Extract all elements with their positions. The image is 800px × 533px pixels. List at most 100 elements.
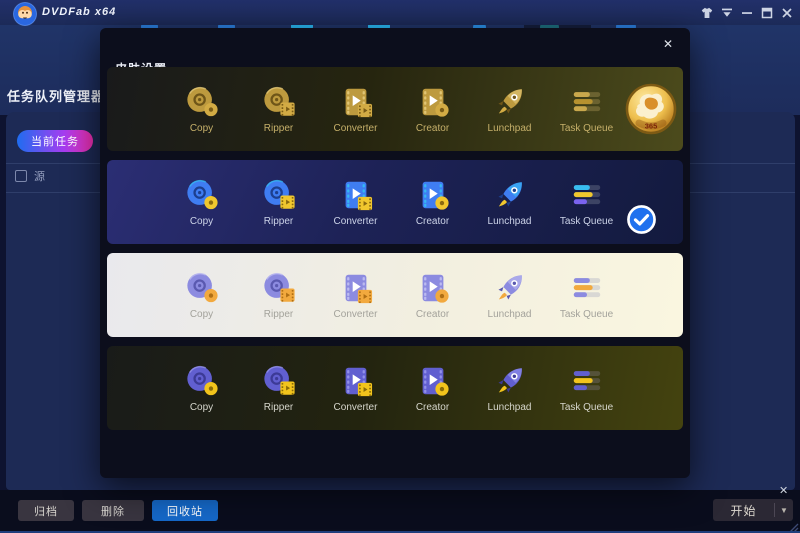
skin-item-label: Copy bbox=[190, 216, 213, 227]
skin-item-label: Creator bbox=[416, 309, 449, 320]
creator-icon bbox=[416, 364, 450, 398]
skin-option-gold-365[interactable]: Copy Ripper Converter Creator Lunchpad Task Q… bbox=[107, 67, 683, 151]
skin-option-dark-olive[interactable]: Copy Ripper Converter Creator Lunchpad Task Q… bbox=[107, 346, 683, 430]
converter-icon bbox=[339, 85, 373, 119]
skin-item-label: Creator bbox=[416, 123, 449, 134]
skin-item-label: Ripper bbox=[264, 309, 293, 320]
skin-badge-slot: 365 bbox=[625, 67, 677, 151]
task-queue-icon bbox=[570, 364, 604, 398]
365-badge-icon: 365 bbox=[625, 83, 677, 135]
recycle-bin-button[interactable]: 回收站 bbox=[152, 500, 218, 521]
skin-item-lunchpad: Lunchpad bbox=[471, 67, 548, 151]
skin-item-label: Converter bbox=[334, 402, 378, 413]
archive-button[interactable]: 归档 bbox=[18, 500, 74, 521]
skin-item-ripper: Ripper bbox=[240, 160, 317, 244]
delete-button[interactable]: 删除 bbox=[82, 500, 144, 521]
ripper-icon bbox=[262, 85, 296, 119]
start-dropdown-caret[interactable]: ▼ bbox=[775, 506, 793, 515]
ripper-icon bbox=[262, 364, 296, 398]
skin-item-label: Converter bbox=[334, 309, 378, 320]
skin-item-label: Ripper bbox=[264, 216, 293, 227]
skin-item-creator: Creator bbox=[394, 160, 471, 244]
skin-item-copy: Copy bbox=[163, 346, 240, 430]
skin-item-label: Ripper bbox=[264, 123, 293, 134]
skin-item-creator: Creator bbox=[394, 67, 471, 151]
skin-item-converter: Converter bbox=[317, 160, 394, 244]
skin-item-copy: Copy bbox=[163, 253, 240, 337]
copy-icon bbox=[185, 271, 219, 305]
start-button[interactable]: 开始 ▼ bbox=[713, 499, 793, 521]
skin-item-task-queue: Task Queue bbox=[548, 160, 625, 244]
lunchpad-icon bbox=[493, 85, 527, 119]
skin-item-label: Lunchpad bbox=[488, 216, 532, 227]
skin-item-label: Task Queue bbox=[560, 402, 613, 413]
skin-item-converter: Converter bbox=[317, 346, 394, 430]
skin-item-label: Copy bbox=[190, 402, 213, 413]
dvdfab-logo-icon bbox=[13, 2, 37, 26]
copy-icon bbox=[185, 364, 219, 398]
ripper-icon bbox=[262, 178, 296, 212]
notification-close-icon[interactable]: ✕ bbox=[779, 484, 788, 497]
lunchpad-icon bbox=[493, 178, 527, 212]
tab-current-tasks[interactable]: 当前任务 bbox=[17, 130, 93, 152]
minimize-icon[interactable] bbox=[741, 7, 753, 19]
skin-item-lunchpad: Lunchpad bbox=[471, 253, 548, 337]
selected-check-icon bbox=[627, 205, 656, 234]
skin-item-converter: Converter bbox=[317, 253, 394, 337]
skin-item-task-queue: Task Queue bbox=[548, 346, 625, 430]
creator-icon bbox=[416, 178, 450, 212]
skin-preview-icons: Copy Ripper Converter Creator Lunchpad Task Q… bbox=[163, 253, 625, 337]
skin-preview-icons: Copy Ripper Converter Creator Lunchpad Task Q… bbox=[163, 67, 625, 151]
skin-badge-slot bbox=[625, 346, 657, 430]
skin-item-copy: Copy bbox=[163, 67, 240, 151]
converter-icon bbox=[339, 178, 373, 212]
skin-item-label: Creator bbox=[416, 402, 449, 413]
table-header-row: 源 bbox=[15, 168, 45, 184]
skin-item-creator: Creator bbox=[394, 346, 471, 430]
skin-item-lunchpad: Lunchpad bbox=[471, 346, 548, 430]
skin-item-ripper: Ripper bbox=[240, 346, 317, 430]
copy-icon bbox=[185, 85, 219, 119]
lunchpad-icon bbox=[493, 271, 527, 305]
skin-item-label: Task Queue bbox=[560, 216, 613, 227]
lunchpad-icon bbox=[493, 364, 527, 398]
dialog-close-icon[interactable]: ✕ bbox=[659, 35, 677, 53]
source-column-header: 源 bbox=[34, 168, 45, 184]
skin-item-lunchpad: Lunchpad bbox=[471, 160, 548, 244]
skin-item-task-queue: Task Queue bbox=[548, 67, 625, 151]
converter-icon bbox=[339, 271, 373, 305]
skin-list: CopyRipperConverterCreatorLunchpadTask Q… bbox=[107, 67, 683, 430]
skin-item-task-queue: Task Queue bbox=[548, 253, 625, 337]
skin-settings-dialog: 皮肤设置 ✕ CopyRipperConverterCreatorLunchpa… bbox=[100, 28, 690, 478]
skin-item-ripper: Ripper bbox=[240, 67, 317, 151]
svg-text:365: 365 bbox=[645, 122, 658, 131]
skin-badge-slot bbox=[625, 253, 657, 337]
select-all-checkbox[interactable] bbox=[15, 170, 27, 182]
skin-item-label: Copy bbox=[190, 309, 213, 320]
skin-item-ripper: Ripper bbox=[240, 253, 317, 337]
skin-item-label: Task Queue bbox=[560, 309, 613, 320]
maximize-icon[interactable] bbox=[761, 7, 773, 19]
skin-icon[interactable] bbox=[701, 7, 713, 19]
creator-icon bbox=[416, 271, 450, 305]
skin-item-label: Converter bbox=[334, 123, 378, 134]
skin-preview-icons: Copy Ripper Converter Creator Lunchpad Task Q… bbox=[163, 346, 625, 430]
skin-item-converter: Converter bbox=[317, 67, 394, 151]
skin-item-creator: Creator bbox=[394, 253, 471, 337]
skin-item-label: Lunchpad bbox=[488, 309, 532, 320]
creator-icon bbox=[416, 85, 450, 119]
task-queue-icon bbox=[570, 271, 604, 305]
skin-option-light[interactable]: Copy Ripper Converter Creator Lunchpad Task Q… bbox=[107, 253, 683, 337]
page-title: 任务队列管理器 bbox=[7, 86, 105, 105]
start-button-label: 开始 bbox=[713, 502, 774, 519]
menu-icon[interactable] bbox=[721, 7, 733, 19]
converter-icon bbox=[339, 364, 373, 398]
close-icon[interactable] bbox=[781, 7, 793, 19]
skin-item-copy: Copy bbox=[163, 160, 240, 244]
skin-item-label: Task Queue bbox=[560, 123, 613, 134]
titlebar: DVDFab x64 bbox=[0, 0, 800, 25]
app-title: DVDFab x64 bbox=[42, 6, 116, 18]
task-queue-icon bbox=[570, 178, 604, 212]
skin-option-dark-blue[interactable]: Copy Ripper ConverterCreator Lunchpad Task Q… bbox=[107, 160, 683, 244]
skin-badge-slot bbox=[625, 160, 657, 244]
